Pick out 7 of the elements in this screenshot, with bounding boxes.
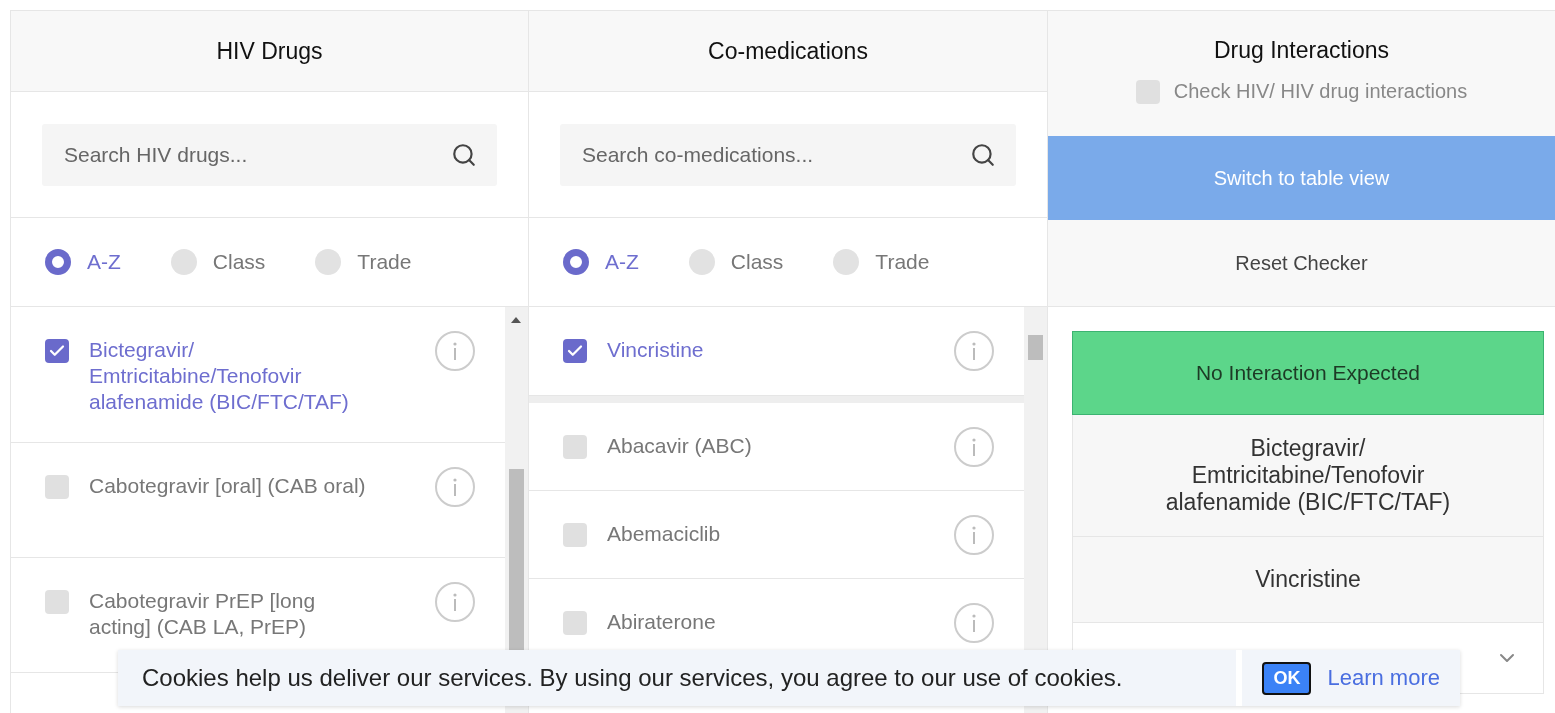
interaction-drug: Bictegravir/ Emtricitabine/Tenofovir alafenamide (BIC/FTC/TAF): [1072, 415, 1544, 537]
interaction-status: No Interaction Expected: [1072, 331, 1544, 415]
column-title: HIV Drugs: [216, 37, 323, 65]
column-title: Drug Interactions: [1213, 37, 1390, 64]
cookie-message: Cookies help us deliver our services. By using our services, you agree to our use of cookies.: [142, 664, 1123, 692]
column-title: Co-medications: [708, 37, 868, 65]
interaction-drug: Vincristine: [1072, 537, 1544, 623]
